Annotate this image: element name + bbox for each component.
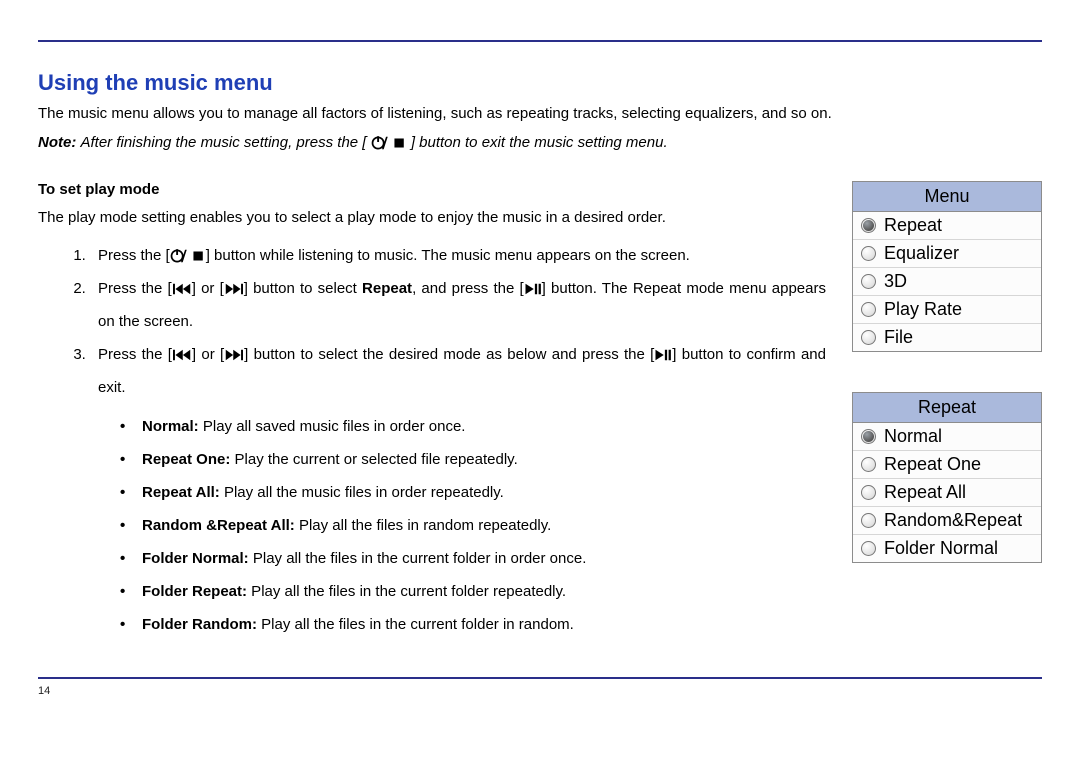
radio-icon (861, 302, 876, 317)
menu-item-label: 3D (884, 271, 907, 292)
top-rule (38, 40, 1042, 42)
right-column: Menu Repeat Equalizer 3D Play Rate File Repe… (852, 181, 1042, 563)
next-icon (224, 348, 244, 362)
content-columns: To set play mode The play mode setting e… (38, 181, 1042, 641)
radio-icon (861, 457, 876, 472)
intro-paragraph: The music menu allows you to manage all … (38, 102, 1042, 125)
radio-icon (861, 218, 876, 233)
steps-list: Press the [ ] button while listening to m… (38, 239, 826, 641)
power-stop-icon (371, 136, 407, 150)
manual-page: Using the music menu The music menu allo… (0, 0, 1080, 717)
radio-icon (861, 513, 876, 528)
bottom-rule (38, 677, 1042, 679)
step-3: Press the [ ] or [ ] button to select the … (90, 338, 826, 641)
step1-b: ] button while listening to music. The m… (206, 247, 690, 264)
sub-title: To set play mode (38, 181, 826, 198)
menu-item: Repeat All (853, 478, 1041, 506)
menu-item-label: Play Rate (884, 299, 962, 320)
menu-item: Repeat One (853, 450, 1041, 478)
radio-icon (861, 330, 876, 345)
radio-icon (861, 246, 876, 261)
mode-repeat-all: Repeat All: Play all the music files in … (142, 476, 826, 509)
mode-folder-repeat: Folder Repeat: Play all the files in the… (142, 575, 826, 608)
prev-icon (172, 282, 192, 296)
step2-a: Press the [ (98, 280, 172, 297)
menu-screenshot-repeat: Repeat Normal Repeat One Repeat All Random&… (852, 392, 1042, 563)
power-stop-icon (170, 249, 206, 263)
page-number: 14 (38, 685, 1042, 697)
mode-folder-random: Folder Random: Play all the files in the… (142, 608, 826, 641)
mode-random-repeat-all: Random &Repeat All: Play all the files i… (142, 509, 826, 542)
section-title: Using the music menu (38, 70, 1042, 96)
menu-item: Play Rate (853, 295, 1041, 323)
step3-c: ] button to select the desired mode as b… (244, 346, 654, 363)
note-paragraph: Note: After finishing the music setting,… (38, 131, 1042, 154)
mode-repeat-one: Repeat One: Play the current or selected… (142, 443, 826, 476)
radio-icon (861, 429, 876, 444)
radio-icon (861, 485, 876, 500)
play-pause-icon (524, 282, 542, 296)
menu-item-label: Repeat (884, 215, 942, 236)
menu-item: File (853, 323, 1041, 351)
step3-b: ] or [ (192, 346, 224, 363)
menu-screenshot-main: Menu Repeat Equalizer 3D Play Rate File (852, 181, 1042, 352)
radio-icon (861, 541, 876, 556)
step2-b: ] or [ (192, 280, 224, 297)
note-text-before: After finishing the music setting, press… (81, 134, 367, 151)
menu-item: Random&Repeat (853, 506, 1041, 534)
step2-c: ] button to select (244, 280, 362, 297)
menu-item-label: Repeat One (884, 454, 981, 475)
step2-d: , and press the [ (412, 280, 524, 297)
menu-item-label: Random&Repeat (884, 510, 1022, 531)
play-pause-icon (654, 348, 672, 362)
playmode-intro: The play mode setting enables you to sel… (38, 206, 826, 229)
left-column: To set play mode The play mode setting e… (38, 181, 826, 641)
note-label: Note: (38, 134, 76, 151)
next-icon (224, 282, 244, 296)
menu-item: Folder Normal (853, 534, 1041, 562)
menu-item-label: Normal (884, 426, 942, 447)
menu-item: Equalizer (853, 239, 1041, 267)
menu-title: Menu (853, 182, 1041, 212)
menu-item-label: Repeat All (884, 482, 966, 503)
step1-a: Press the [ (98, 247, 170, 264)
step-1: Press the [ ] button while listening to m… (90, 239, 826, 272)
modes-list: Normal: Play all saved music files in or… (98, 410, 826, 641)
step-2: Press the [ ] or [ ] button to select Repe… (90, 272, 826, 338)
menu-item: 3D (853, 267, 1041, 295)
menu-item: Repeat (853, 212, 1041, 239)
mode-folder-normal: Folder Normal: Play all the files in the… (142, 542, 826, 575)
menu-item-label: Equalizer (884, 243, 959, 264)
step2-repeat: Repeat (362, 280, 412, 297)
prev-icon (172, 348, 192, 362)
menu-item-label: File (884, 327, 913, 348)
mode-normal: Normal: Play all saved music files in or… (142, 410, 826, 443)
radio-icon (861, 274, 876, 289)
menu-item-label: Folder Normal (884, 538, 998, 559)
step3-a: Press the [ (98, 346, 172, 363)
menu-title: Repeat (853, 393, 1041, 423)
note-text-after: ] button to exit the music setting menu. (411, 134, 668, 151)
menu-item: Normal (853, 423, 1041, 450)
